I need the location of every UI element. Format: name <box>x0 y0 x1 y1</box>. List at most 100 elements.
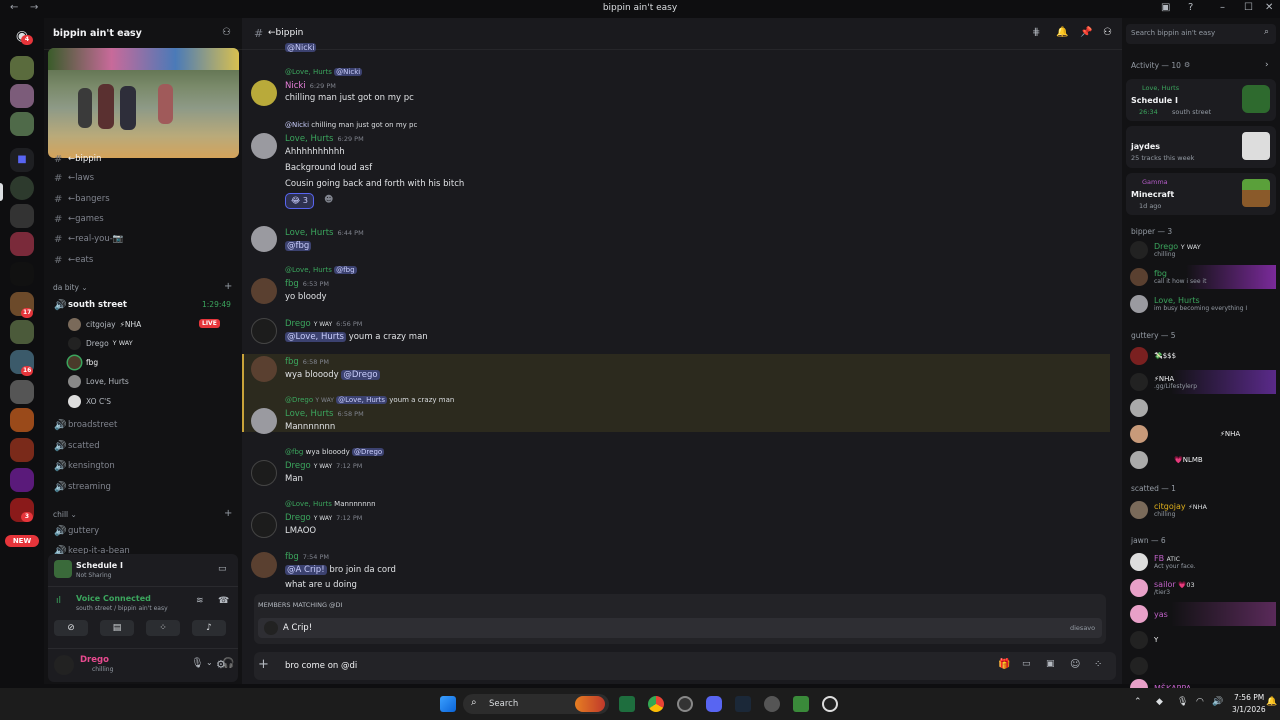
maximize-icon[interactable]: ☐ <box>1244 2 1253 13</box>
emoji-icon[interactable]: ☺ <box>1070 659 1080 670</box>
add-channel-icon[interactable]: + <box>224 281 232 292</box>
member-row[interactable]: FB ATIC Act your face. <box>1126 550 1276 574</box>
channel-laws[interactable]: # ←laws <box>54 169 236 187</box>
mic-tray-icon[interactable]: 🎙 <box>1177 697 1188 707</box>
media-player-icon[interactable] <box>822 696 838 712</box>
message-input[interactable]: bro come on @di <box>285 661 357 671</box>
clock-date[interactable]: 3/1/2026 <box>1232 705 1266 714</box>
avatar[interactable] <box>54 655 74 675</box>
autocomplete-option[interactable]: A Crip! diesavo <box>258 618 1102 638</box>
avatar[interactable] <box>251 278 277 304</box>
search-input[interactable]: Search bippin ain't easy ⌕ <box>1126 24 1276 44</box>
chevron-up-icon[interactable]: ⌃ <box>1134 697 1142 707</box>
server-icon[interactable] <box>10 232 34 256</box>
activity-card[interactable]: Gamma Minecraft 1d ago <box>1126 173 1276 215</box>
screen-share-icon[interactable]: ▤ <box>100 620 134 636</box>
server-icon[interactable] <box>10 380 34 404</box>
voice-user[interactable]: Drego Y WAY <box>68 334 238 352</box>
member-row[interactable] <box>1126 654 1276 678</box>
reply-preview[interactable]: @Love, Hurts @Nicki <box>285 68 363 76</box>
add-friend-icon[interactable]: ⚇ <box>222 27 231 38</box>
voice-location[interactable]: south street / bippin ain't easy <box>76 605 168 612</box>
category-chill[interactable]: chill ⌄ <box>53 510 77 519</box>
channel-bangers[interactable]: # ←bangers <box>54 190 236 208</box>
member-row[interactable]: yas <box>1126 602 1276 626</box>
server-icon[interactable] <box>10 176 34 200</box>
notification-bell-icon[interactable]: 🔔 <box>1266 697 1277 707</box>
taskbar-search[interactable]: ⌕ Search <box>463 694 609 714</box>
wifi-icon[interactable]: ◠ <box>1196 697 1204 707</box>
apps-icon[interactable]: ⁘ <box>1094 659 1102 670</box>
member-row[interactable]: ⚡NHA .gg/Lifestylerp <box>1126 370 1276 394</box>
server-icon[interactable] <box>10 204 34 228</box>
voice-channel-broadstreet[interactable]: 🔊 broadstreet <box>54 416 236 434</box>
member-row[interactable]: ⚡NHA <box>1126 422 1276 446</box>
avatar[interactable] <box>251 226 277 252</box>
gear-icon[interactable]: ⚙ <box>1184 61 1190 69</box>
voice-user[interactable]: fbg <box>68 353 238 371</box>
minecraft-icon[interactable] <box>793 696 809 712</box>
member-row[interactable]: 💸$$$ <box>1126 344 1276 368</box>
avatar[interactable] <box>251 512 277 538</box>
chrome-icon[interactable] <box>648 696 664 712</box>
add-reaction-icon[interactable]: ☻ <box>324 195 333 205</box>
pin-icon[interactable]: 📌 <box>1080 27 1092 38</box>
server-icon[interactable] <box>10 56 34 80</box>
server-icon[interactable] <box>10 262 34 286</box>
member-row[interactable]: Drego Y WAY chilling <box>1126 238 1276 262</box>
chevron-down-icon[interactable]: ⌄ <box>206 658 213 667</box>
microphone-icon[interactable]: 🎙 <box>191 658 204 669</box>
gif-icon[interactable]: ▭ <box>1022 659 1031 669</box>
server-icon[interactable] <box>10 112 34 136</box>
settings-gear-icon[interactable]: ⚙ <box>216 658 226 671</box>
minimize-icon[interactable]: – <box>1220 2 1225 13</box>
member-list-icon[interactable]: ⚇ <box>1103 27 1112 38</box>
camera-off-icon[interactable]: ⊘ <box>54 620 88 636</box>
voice-channel-scatted[interactable]: 🔊 scatted <box>54 437 236 455</box>
soundboard-icon[interactable]: ♪ <box>192 620 226 636</box>
activity-card[interactable]: Love, Hurts Schedule I 26:34 south stree… <box>1126 79 1276 121</box>
server-icon[interactable] <box>10 468 34 492</box>
help-icon[interactable]: ? <box>1188 2 1193 13</box>
username[interactable]: Drego <box>80 655 109 665</box>
plus-icon[interactable]: + <box>258 657 269 672</box>
reaction-button[interactable]: 😂 3 <box>285 193 314 209</box>
reply-preview[interactable]: @Love, Hurts @fbg <box>285 266 357 274</box>
channel-bippin[interactable]: # ←bippin <box>54 150 236 168</box>
threads-icon[interactable]: ⋕ <box>1032 27 1040 38</box>
stream-preview[interactable] <box>48 48 239 158</box>
voice-channel-guttery[interactable]: 🔊 guttery <box>54 522 236 540</box>
close-icon[interactable]: ✕ <box>1265 2 1273 13</box>
voice-channel-kensington[interactable]: 🔊 kensington <box>54 457 236 475</box>
avatar[interactable] <box>251 318 277 344</box>
reply-preview[interactable]: @fbg wya blooody @Drego <box>285 448 385 456</box>
avatar[interactable] <box>251 356 277 382</box>
add-channel-icon[interactable]: + <box>224 508 232 519</box>
member-row[interactable]: fbg call it how i see it <box>1126 265 1276 289</box>
noise-suppression-icon[interactable]: ≋ <box>196 596 204 606</box>
github-icon[interactable] <box>677 696 693 712</box>
share-screen-icon[interactable]: ▭ <box>218 564 227 574</box>
windows-start-icon[interactable] <box>440 696 456 712</box>
avatar[interactable] <box>251 408 277 434</box>
reply-preview[interactable]: @Nicki chilling man just got on my pc <box>285 121 417 129</box>
new-unreads-pill[interactable]: NEW <box>5 535 39 547</box>
activity-card[interactable]: jaydes 25 tracks this week <box>1126 126 1276 168</box>
server-icon[interactable] <box>10 438 34 462</box>
server-icon[interactable] <box>10 84 34 108</box>
cut-off-mention[interactable]: @Nicki <box>285 43 317 52</box>
server-header[interactable]: bippin ain't easy ⌄ ⚇ <box>44 18 242 50</box>
message-composer[interactable]: + bro come on @di 🎁 ▭ ▣ ☺ ⁘ <box>254 652 1116 680</box>
channel-games[interactable]: # ←games <box>54 210 236 228</box>
tray-icon[interactable]: ◆ <box>1156 697 1163 707</box>
server-icon[interactable] <box>10 408 34 432</box>
clock-time[interactable]: 7:56 PM <box>1234 693 1264 702</box>
reply-preview[interactable]: @Drego Y WAY @Love, Hurts youm a crazy m… <box>285 396 454 404</box>
reply-preview[interactable]: @Love, Hurts Mannnnnnn <box>285 500 376 508</box>
discord-icon[interactable] <box>706 696 722 712</box>
steam-icon[interactable] <box>735 696 751 712</box>
bell-icon[interactable]: 🔔 <box>1056 27 1068 38</box>
xbox-icon[interactable] <box>619 696 635 712</box>
member-row[interactable] <box>1126 396 1276 420</box>
channel-eats[interactable]: # ←eats <box>54 251 236 269</box>
